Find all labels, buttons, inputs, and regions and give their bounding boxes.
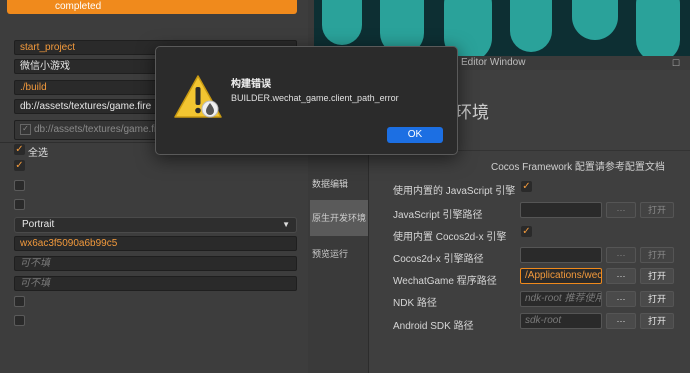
orientation-select[interactable]: Portrait ▼: [14, 217, 297, 233]
js-path-input[interactable]: [520, 202, 602, 218]
wechat-path-open-button[interactable]: 打开: [640, 268, 674, 284]
tab-data-edit[interactable]: 数据编辑: [310, 174, 368, 194]
option-checkbox-3[interactable]: [14, 199, 25, 210]
window-menu-icon[interactable]: ☐: [672, 56, 680, 70]
cocos-path-input[interactable]: [520, 247, 602, 263]
android-sdk-path-input[interactable]: sdk-root: [520, 313, 602, 329]
doc-link-line[interactable]: Cocos Framework 配置请参考配置文档: [491, 158, 665, 173]
android-sdk-open-button[interactable]: 打开: [640, 313, 674, 329]
option-checkbox-2[interactable]: [14, 180, 25, 191]
tab-native-env[interactable]: 原生开发环境: [310, 200, 368, 236]
ndk-path-open-button[interactable]: 打开: [640, 291, 674, 307]
row-label-wechat-path: WechatGame 程序路径: [393, 276, 497, 287]
option-checkbox-4[interactable]: [14, 296, 25, 307]
orientation-value: Portrait: [22, 219, 55, 230]
android-sdk-browse-button[interactable]: ···: [606, 313, 636, 329]
option-checkbox-1[interactable]: ✓: [14, 160, 25, 171]
select-all-label: 全选: [28, 148, 48, 159]
select-all-checkbox[interactable]: ✓: [14, 144, 25, 155]
dialog-title: 构建错误: [231, 79, 271, 90]
dialog-message: BUILDER.wechat_game.client_path_error: [231, 93, 399, 103]
tab-preview-run[interactable]: 预览运行: [310, 244, 368, 264]
ndk-path-input[interactable]: ndk-root 推荐使用: [520, 291, 602, 307]
ok-button[interactable]: OK: [387, 127, 443, 143]
row-label-ndk-path: NDK 路径: [393, 298, 437, 309]
row-label-js-path: JavaScript 引擎路径: [393, 210, 483, 221]
cocos-builtin-checkbox[interactable]: ✓: [521, 226, 532, 237]
wechat-path-browse-button[interactable]: ···: [606, 268, 636, 284]
row-label-js-builtin: 使用内置的 JavaScript 引擎: [393, 186, 516, 197]
build-progress-bar: completed: [7, 0, 297, 14]
wechat-path-input[interactable]: /Applications/wec: [520, 268, 602, 284]
editor-window-titlebar[interactable]: Editor Window ☐: [455, 56, 690, 70]
included-scene-checkbox[interactable]: ✓: [20, 123, 31, 135]
js-builtin-checkbox[interactable]: ✓: [521, 181, 532, 192]
editor-window-title: Editor Window: [461, 57, 526, 68]
warning-icon: [174, 75, 222, 118]
included-scene-label: db://assets/textures/game.fire: [34, 124, 166, 135]
appid-field[interactable]: wx6ac3f5090a6b99c5: [14, 236, 297, 251]
option-checkbox-5[interactable]: [14, 315, 25, 326]
optional-field-1[interactable]: 可不填: [14, 256, 297, 271]
chevron-down-icon: ▼: [282, 220, 290, 229]
cocos-path-browse-button[interactable]: ···: [606, 247, 636, 263]
js-path-browse-button[interactable]: ···: [606, 202, 636, 218]
section-title: 环境: [455, 103, 489, 122]
row-label-android-sdk-path: Android SDK 路径: [393, 321, 474, 332]
row-label-cocos-path: Cocos2d-x 引擎路径: [393, 254, 484, 265]
optional-field-2[interactable]: 可不填: [14, 276, 297, 291]
row-label-cocos-builtin: 使用内置 Cocos2d-x 引擎: [393, 232, 507, 243]
js-path-open-button[interactable]: 打开: [640, 202, 674, 218]
cocos-path-open-button[interactable]: 打开: [640, 247, 674, 263]
build-error-dialog: 构建错误 BUILDER.wechat_game.client_path_err…: [155, 46, 458, 155]
ndk-path-browse-button[interactable]: ···: [606, 291, 636, 307]
